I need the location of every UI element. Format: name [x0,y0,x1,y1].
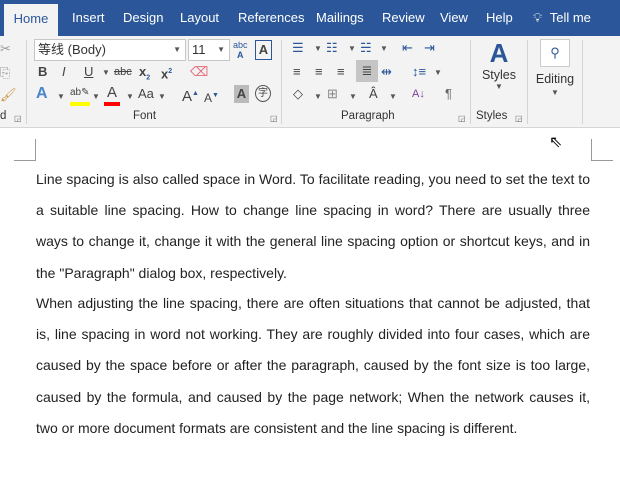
italic-icon[interactable]: I [62,63,66,81]
numbering-icon[interactable]: ☷ [326,39,338,57]
clear-all-formatting-icon[interactable]: ⌫ [190,63,208,81]
styles-icon: A [489,38,509,68]
align-left-icon[interactable]: ≡ [293,63,301,81]
shrink-font-icon[interactable]: A▼ [204,87,219,107]
tab-home[interactable]: Home [4,4,58,36]
paragraph-1[interactable]: Line spacing is also called space in Wor… [36,164,590,289]
ribbon: ✂ ⎘ 🖌︎ d ◲ 等线 (Body) ▼ 11 ▼ abc A A B I U ▼… [0,36,620,128]
lightbulb-icon: 💡︎ [533,10,543,25]
sort-icon[interactable]: A↓ [412,85,425,103]
mouse-pointer-icon: ⇖ [549,134,563,151]
strikethrough-icon[interactable]: abc [114,63,132,81]
font-launcher-icon[interactable]: ◲ [270,114,278,123]
tell-me-label: Tell me [549,10,591,25]
character-shading-icon[interactable]: A [234,85,249,103]
chevron-down-icon[interactable]: ▼ [314,44,322,53]
tab-review[interactable]: Review [375,0,432,36]
paragraph-2[interactable]: When adjusting the line spacing, there a… [36,288,590,444]
search-icon: ⚲ [540,39,570,67]
chevron-down-icon[interactable]: ▼ [380,44,388,53]
paragraph-group-label: Paragraph [341,110,395,122]
asian-layout-icon[interactable]: Â [369,85,378,103]
change-case-aa-icon[interactable]: Aa [138,85,154,103]
font-size-box[interactable]: 11 ▼ [188,39,230,61]
chevron-down-icon[interactable]: ▼ [434,68,442,77]
chevron-down-icon[interactable]: ▼ [126,92,134,101]
tab-help[interactable]: Help [479,0,520,36]
decrease-indent-icon[interactable]: ⇤ [402,39,413,57]
chevron-down-icon[interactable]: ▼ [102,68,110,77]
underline-icon[interactable]: U [84,63,93,81]
styles-launcher-icon[interactable]: ◲ [515,114,523,123]
align-center-icon[interactable]: ≡ [315,63,323,81]
tab-references[interactable]: References [231,0,311,36]
ribbon-tabs: Home Insert Design Layout References Mai… [0,0,620,36]
font-name-value: 等线 (Body) [38,42,106,57]
subscript-icon[interactable]: x2 [139,63,150,88]
document-page[interactable]: Line spacing is also called space in Wor… [0,129,620,480]
format-painter-icon[interactable]: 🖌︎ [0,86,17,104]
page-corner-mark [14,139,36,161]
chevron-down-icon[interactable]: ▼ [349,92,357,101]
change-case-icon[interactable]: abc A [233,40,248,60]
font-size-value: 11 [192,42,206,57]
bold-icon[interactable]: B [38,63,47,81]
styles-label: Styles [481,68,517,82]
clipboard-launcher-icon[interactable]: ◲ [14,114,22,123]
font-group-label: Font [133,110,157,122]
chevron-down-icon[interactable]: ▼ [389,92,397,101]
chevron-down-icon[interactable]: ▼ [158,92,166,101]
clear-formatting-box-icon[interactable]: A [255,40,272,60]
justify-icon[interactable]: ≣ [356,60,378,82]
chevron-down-icon: ▼ [495,82,503,91]
borders-icon[interactable]: ⊞ [327,85,338,103]
shading-icon[interactable]: ◇ [293,85,303,103]
font-name-box[interactable]: 等线 (Body) ▼ [34,39,186,61]
align-right-icon[interactable]: ≡ [337,63,345,81]
bullets-icon[interactable]: ☰ [292,39,304,57]
line-spacing-icon[interactable]: ↕≡ [412,63,426,81]
editing-label: Editing [535,72,575,86]
tell-me[interactable]: 💡︎ Tell me [526,0,598,36]
editing-button[interactable]: ⚲ Editing ▼ [532,38,578,106]
font-color-icon[interactable]: A [104,84,120,106]
multilevel-list-icon[interactable]: ☵ [360,39,372,57]
superscript-icon[interactable]: x2 [161,63,172,83]
distributed-icon[interactable]: ⇹ [381,63,392,81]
chevron-down-icon[interactable]: ▼ [92,92,100,101]
paragraph-launcher-icon[interactable]: ◲ [458,114,466,123]
tab-view[interactable]: View [433,0,475,36]
chevron-down-icon[interactable]: ▼ [348,44,356,53]
tab-insert[interactable]: Insert [65,0,112,36]
clipboard-group-label: d [0,110,7,122]
show-formatting-icon[interactable]: ¶ [445,85,452,103]
tab-layout[interactable]: Layout [173,0,226,36]
chevron-down-icon: ▼ [217,45,225,54]
tab-mailings[interactable]: Mailings [309,0,371,36]
page-corner-mark [591,139,613,161]
styles-group-label: Styles [476,110,508,122]
copy-icon[interactable]: ⎘ [0,64,10,82]
chevron-down-icon[interactable]: ▼ [57,92,65,101]
enclose-characters-icon[interactable]: 字 [255,85,271,102]
highlight-color-icon[interactable]: ab✎ [70,84,90,106]
increase-indent-icon[interactable]: ⇥ [424,39,435,57]
chevron-down-icon[interactable]: ▼ [314,92,322,101]
chevron-down-icon: ▼ [551,88,559,97]
chevron-down-icon: ▼ [173,45,181,54]
cut-icon[interactable]: ✂ [0,40,11,58]
styles-button[interactable]: A Styles ▼ [476,38,522,106]
tab-design[interactable]: Design [116,0,170,36]
text-effects-icon[interactable]: A [36,85,48,103]
grow-font-icon[interactable]: A▲ [182,85,199,106]
